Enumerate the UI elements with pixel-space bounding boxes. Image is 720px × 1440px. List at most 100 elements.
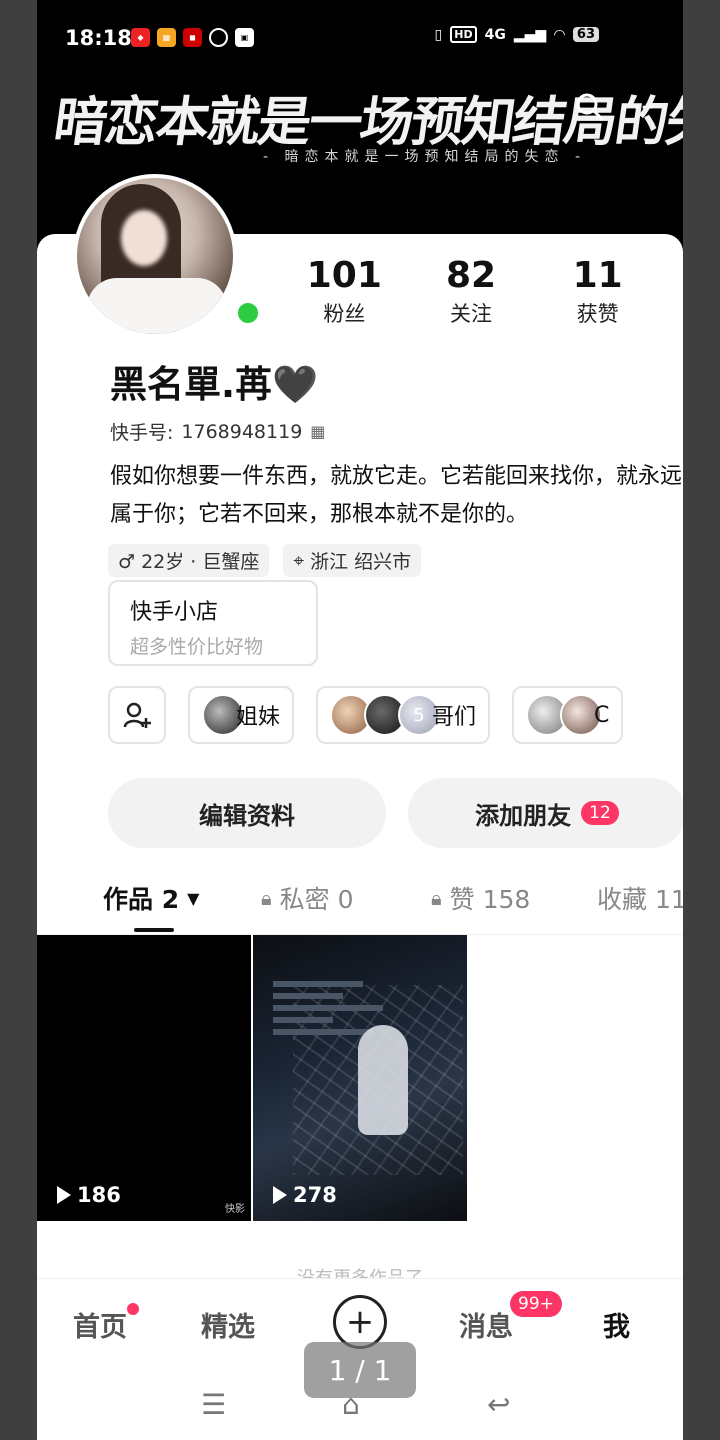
active-tab-indicator — [134, 928, 174, 932]
stat-label: 粉丝 — [323, 302, 366, 326]
app-notification-icon: ▦ — [157, 28, 176, 47]
stat-label: 获赞 — [576, 302, 619, 326]
location-pin-icon: ⌖ — [293, 549, 305, 572]
play-icon — [57, 1186, 71, 1204]
background-left — [0, 0, 37, 1440]
nav-me[interactable]: 我 — [603, 1305, 630, 1344]
tab-works[interactable]: 作品 2 ▼ — [103, 880, 261, 916]
lock-icon: 🔒︎ — [261, 886, 272, 910]
group-label: C — [594, 702, 610, 728]
play-count: 186 — [57, 1183, 121, 1207]
messages-badge: 99+ — [510, 1291, 562, 1317]
profile-tags: ♂ 22岁 · 巨蟹座 ⌖ 浙江 绍兴市 — [108, 544, 422, 577]
stat-value: 11 — [572, 255, 623, 296]
more-icon[interactable]: ⋯ — [633, 95, 655, 120]
notification-icons: ◆ ▦ ◼ ▣ — [131, 28, 254, 47]
heart-icon: 🖤 — [272, 363, 319, 406]
online-status-dot — [233, 298, 263, 328]
top-actions: ⋯ — [575, 92, 655, 122]
video-thumbnail[interactable]: 278 — [253, 935, 467, 1221]
nav-featured[interactable]: 精选 — [201, 1305, 255, 1344]
shop-title: 快手小店 — [130, 600, 219, 625]
background-right — [683, 0, 720, 1440]
edit-profile-label: 编辑资料 — [199, 801, 295, 830]
play-count-value: 186 — [77, 1183, 121, 1207]
hd-icon: HD — [450, 26, 477, 43]
content-tabs: 作品 2 ▼ 🔒︎ 私密 0 🔒︎ 赞 158 收藏 11 — [103, 880, 683, 916]
app-notification-icon: ◆ — [131, 28, 150, 47]
gender-age-tag[interactable]: ♂ 22岁 · 巨蟹座 — [108, 544, 270, 577]
nav-home[interactable]: 首页 — [73, 1305, 127, 1344]
home-notification-dot — [127, 1303, 139, 1315]
add-friend-badge: 12 — [581, 801, 619, 825]
stat-value: 82 — [445, 255, 497, 296]
edit-profile-button[interactable]: 编辑资料 — [108, 778, 386, 848]
tab-favorites[interactable]: 收藏 11 — [597, 880, 683, 916]
phone-screen: 暗恋本就是一场预知结局的失恋 - 暗恋本就是一场预知结局的失恋 - 18:18 … — [37, 0, 683, 1440]
avatar[interactable] — [73, 174, 237, 338]
wifi-icon: ◠ — [554, 26, 565, 43]
group-buddies[interactable]: 5 哥们 — [316, 686, 491, 744]
location-tag[interactable]: ⌖ 浙江 绍兴市 — [283, 544, 422, 577]
nav-messages[interactable]: 消息 — [459, 1305, 513, 1344]
network-label: 4G — [484, 26, 506, 43]
group-label: 哥们 — [432, 705, 477, 730]
shop-subtitle: 超多性价比好物 — [130, 636, 264, 658]
friend-groups: 姐妹 5 哥们 C — [108, 686, 624, 744]
page-indicator: 1 / 1 — [304, 1342, 416, 1398]
status-time: 18:18 — [65, 26, 132, 50]
video-grid: 186 快影 278 — [37, 935, 467, 1221]
group-label: 姐妹 — [236, 705, 281, 730]
create-plus-button[interactable]: + — [333, 1295, 387, 1349]
tab-private-label: 私密 0 — [279, 885, 354, 914]
stat-followers[interactable]: 101 粉丝 — [281, 256, 408, 328]
stat-likes[interactable]: 11 获赞 — [534, 256, 661, 328]
nickname: 黑名單.苒🖤 — [110, 354, 318, 408]
play-count: 278 — [273, 1183, 337, 1207]
action-buttons: 编辑资料 添加朋友 12 — [108, 778, 683, 848]
system-status-icons: ▯ HD 4G ▂▄▆ ◠ 63 — [435, 26, 599, 43]
nickname-text: 黑名單.苒 — [110, 363, 273, 406]
menu-icon[interactable]: ☰ — [201, 1388, 226, 1421]
status-bar: 18:18 ◆ ▦ ◼ ▣ ▯ HD 4G ▂▄▆ ◠ 63 — [37, 0, 683, 76]
stat-following[interactable]: 82 关注 — [408, 256, 535, 328]
tab-liked-label: 赞 158 — [449, 885, 531, 914]
group-count: 5 — [413, 704, 425, 726]
search-icon[interactable] — [575, 92, 605, 122]
app-notification-icon: ▣ — [235, 28, 254, 47]
profile-stats: 101 粉丝 82 关注 11 获赞 — [281, 256, 661, 328]
tab-private[interactable]: 🔒︎ 私密 0 — [261, 880, 431, 916]
lock-icon: 🔒︎ — [431, 886, 442, 910]
tab-works-label: 作品 2 — [103, 885, 180, 914]
group-c[interactable]: C — [512, 686, 624, 744]
battery-icon: 63 — [572, 27, 599, 42]
stat-label: 关注 — [450, 302, 492, 326]
bio: 假如你想要一件东西，就放它走。它若能回来找你，就永远属于你；它若不回来，那根本就… — [110, 464, 683, 527]
app-notification-icon: ◼ — [183, 28, 202, 47]
location-text: 浙江 绍兴市 — [310, 551, 412, 573]
back-icon[interactable]: ↩ — [487, 1388, 510, 1421]
add-friend-icon-button[interactable] — [108, 686, 166, 744]
chevron-down-icon: ▼ — [187, 888, 200, 908]
group-sisters[interactable]: 姐妹 — [188, 686, 295, 744]
signal-icon: ▂▄▆ — [513, 26, 547, 43]
kuaishou-shop-card[interactable]: 快手小店 超多性价比好物 — [108, 580, 318, 666]
add-user-icon — [123, 702, 151, 728]
gender-age-text: ♂ 22岁 · 巨蟹座 — [118, 551, 260, 573]
kuaishou-id-label: 快手号: — [110, 422, 174, 444]
kuaishou-id[interactable]: 快手号: 1768948119 ▦ — [110, 418, 325, 445]
kuaiying-watermark: 快影 — [225, 1204, 245, 1215]
video-thumbnail[interactable]: 186 快影 — [37, 935, 251, 1221]
tab-liked[interactable]: 🔒︎ 赞 158 — [431, 880, 597, 916]
play-icon — [273, 1186, 287, 1204]
stat-value: 101 — [306, 255, 382, 296]
app-notification-icon — [209, 28, 228, 47]
vibrate-icon: ▯ — [434, 26, 443, 43]
kuaishou-id-value: 1768948119 — [181, 420, 303, 443]
qr-code-icon[interactable]: ▦ — [310, 422, 325, 441]
add-friend-label: 添加朋友 — [475, 801, 572, 830]
play-count-value: 278 — [293, 1183, 337, 1207]
add-friend-button[interactable]: 添加朋友 12 — [408, 778, 683, 848]
tab-favorites-label: 收藏 11 — [597, 885, 683, 914]
banner-subtitle: - 暗恋本就是一场预知结局的失恋 - — [263, 149, 587, 165]
